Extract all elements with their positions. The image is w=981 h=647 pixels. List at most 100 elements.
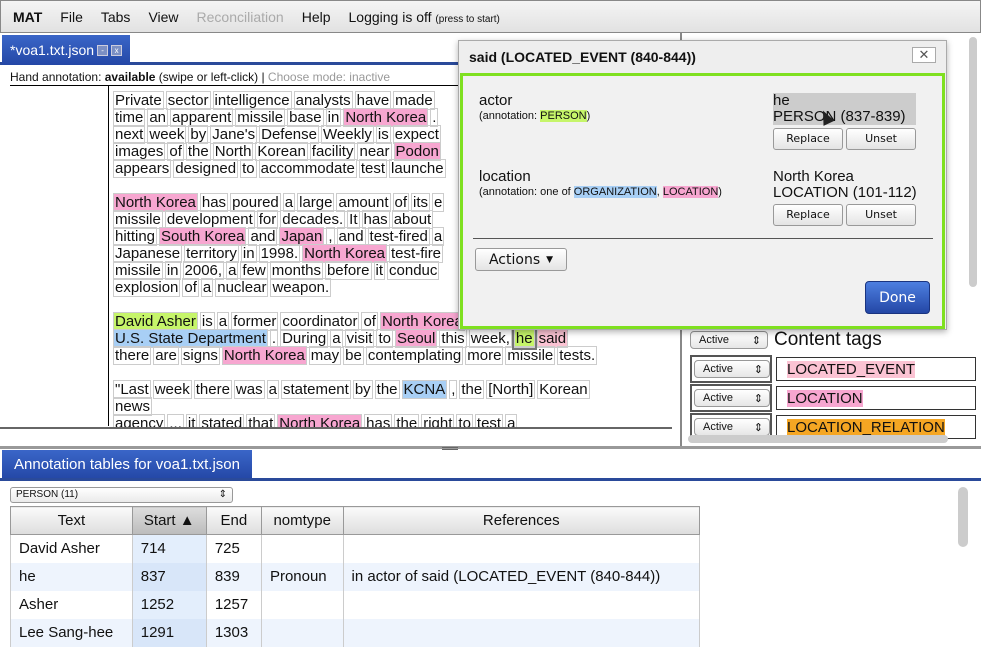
- word-token[interactable]: it: [373, 261, 386, 280]
- word-token[interactable]: be: [343, 346, 364, 365]
- word-token[interactable]: it: [185, 414, 198, 427]
- word-token[interactable]: signs: [180, 346, 220, 365]
- annotated-span[interactable]: North Korea: [221, 346, 307, 365]
- word-token[interactable]: conduc: [387, 261, 440, 280]
- word-token[interactable]: Korean: [537, 380, 590, 399]
- column-header[interactable]: End: [205, 506, 262, 535]
- menu-mat[interactable]: MAT: [13, 9, 42, 25]
- tag-label: LOCATED_EVENT: [787, 360, 916, 378]
- tag-active-select[interactable]: Active ⇕: [694, 418, 770, 436]
- choose-mode[interactable]: Choose mode: inactive: [268, 70, 390, 84]
- word-token[interactable]: are: [153, 346, 179, 365]
- table-row[interactable]: Lee Sang-hee 1291 1303: [10, 618, 701, 647]
- updown-icon: ⇕: [753, 421, 763, 434]
- word-token[interactable]: there: [113, 346, 152, 365]
- split-grip-icon[interactable]: [442, 447, 458, 450]
- word-token[interactable]: designed: [173, 159, 239, 178]
- table-cell: [260, 534, 344, 563]
- tag-button[interactable]: LOCATION: [776, 386, 976, 410]
- menu-help[interactable]: Help: [302, 9, 331, 25]
- annotated-span[interactable]: KCNA: [401, 380, 448, 399]
- text-segment: .: [430, 108, 440, 127]
- annotated-span[interactable]: North Korea: [277, 414, 363, 427]
- column-header[interactable]: Start ▲: [131, 506, 207, 535]
- column-header[interactable]: References: [342, 506, 701, 535]
- replace-button[interactable]: Replace: [773, 128, 843, 150]
- actions-button[interactable]: Actions ▼: [475, 248, 567, 271]
- slot-value: he PERSON (837-839) Replace Unset: [773, 93, 916, 150]
- word-token[interactable]: explosion: [113, 278, 181, 297]
- done-button[interactable]: Done: [865, 281, 930, 314]
- dialog-close-button[interactable]: ✕: [912, 47, 936, 63]
- annotation-type-select[interactable]: PERSON (11) ⇕: [10, 487, 233, 503]
- filler-display[interactable]: he PERSON (837-839): [773, 93, 916, 125]
- close-icon[interactable]: x: [111, 44, 123, 56]
- word-token[interactable]: statement: [280, 380, 351, 399]
- table-row[interactable]: he 837 839 Pronoun in actor of said (LOCATED…: [10, 562, 701, 591]
- word-token[interactable]: ,: [449, 380, 458, 399]
- unset-button[interactable]: Unset: [846, 204, 916, 226]
- tab-voa1[interactable]: *voa1.txt.json - x: [2, 35, 131, 65]
- tag-button[interactable]: LOCATED_EVENT: [776, 357, 976, 381]
- word-token[interactable]: has: [364, 414, 393, 427]
- select-value: Active: [699, 334, 729, 346]
- filler-display[interactable]: North Korea LOCATION (101-112): [773, 169, 917, 201]
- word-token[interactable]: the: [374, 380, 400, 399]
- word-token[interactable]: of: [182, 278, 199, 297]
- word-token[interactable]: e: [432, 193, 445, 212]
- word-token[interactable]: the: [394, 414, 420, 427]
- word-token[interactable]: stated: [199, 414, 245, 427]
- word-token[interactable]: week: [152, 380, 192, 399]
- word-token[interactable]: ...: [167, 414, 184, 427]
- logging-toggle[interactable]: Logging is off (press to start): [349, 9, 500, 25]
- tag-active-select[interactable]: Active ⇕: [694, 360, 770, 378]
- word-token[interactable]: by: [352, 380, 373, 399]
- table-row[interactable]: Asher 1252 1257: [10, 590, 701, 619]
- word-token[interactable]: tests.: [557, 346, 598, 365]
- word-token[interactable]: agency: [113, 414, 166, 427]
- word-token[interactable]: contemplating: [365, 346, 464, 365]
- word-token[interactable]: there: [193, 380, 232, 399]
- content-tags-active-select[interactable]: Active ⇕: [690, 331, 768, 349]
- word-token[interactable]: a: [200, 278, 214, 297]
- word-token[interactable]: may: [308, 346, 342, 365]
- minimize-icon[interactable]: -: [97, 44, 109, 56]
- tab-annotation-tables[interactable]: Annotation tables for voa1.txt.json: [2, 450, 252, 479]
- word-token[interactable]: was: [233, 380, 265, 399]
- column-header[interactable]: Text: [10, 506, 133, 535]
- unset-button[interactable]: Unset: [846, 128, 916, 150]
- table-cell: [342, 590, 701, 619]
- replace-button[interactable]: Replace: [773, 204, 843, 226]
- annotation-table: Text Start ▲ End nomtype References David As…: [10, 506, 701, 647]
- word-token[interactable]: appears: [113, 159, 172, 178]
- word-token[interactable]: to: [456, 414, 473, 427]
- word-token[interactable]: to: [240, 159, 257, 178]
- menu-tabs[interactable]: Tabs: [101, 9, 131, 25]
- word-token[interactable]: a: [505, 414, 518, 427]
- word-token[interactable]: weapon.: [270, 278, 332, 297]
- word-token[interactable]: a: [266, 380, 279, 399]
- word-token[interactable]: test: [358, 159, 388, 178]
- word-token[interactable]: accommodate: [258, 159, 357, 178]
- word-token[interactable]: missile: [505, 346, 556, 365]
- vertical-scrollbar[interactable]: [969, 37, 977, 287]
- split-bar[interactable]: [0, 446, 981, 449]
- text-segment: has the right to test a: [364, 414, 519, 427]
- table-row[interactable]: David Asher 714 725: [10, 534, 701, 563]
- word-token[interactable]: that: [246, 414, 276, 427]
- horizontal-scrollbar[interactable]: [688, 435, 948, 443]
- vertical-scrollbar[interactable]: [958, 487, 968, 547]
- word-token[interactable]: nuclear: [215, 278, 269, 297]
- word-token[interactable]: the: [459, 380, 485, 399]
- word-token[interactable]: right: [421, 414, 455, 427]
- menu-file[interactable]: File: [60, 9, 83, 25]
- word-token[interactable]: before: [324, 261, 372, 280]
- menu-view[interactable]: View: [148, 9, 178, 25]
- word-token[interactable]: [North]: [486, 380, 536, 399]
- text-segment: this week,: [439, 329, 514, 348]
- word-token[interactable]: more: [465, 346, 504, 365]
- column-header[interactable]: nomtype: [260, 506, 344, 535]
- word-token[interactable]: launche: [389, 159, 446, 178]
- word-token[interactable]: test: [474, 414, 504, 427]
- tag-active-select[interactable]: Active ⇕: [694, 389, 770, 407]
